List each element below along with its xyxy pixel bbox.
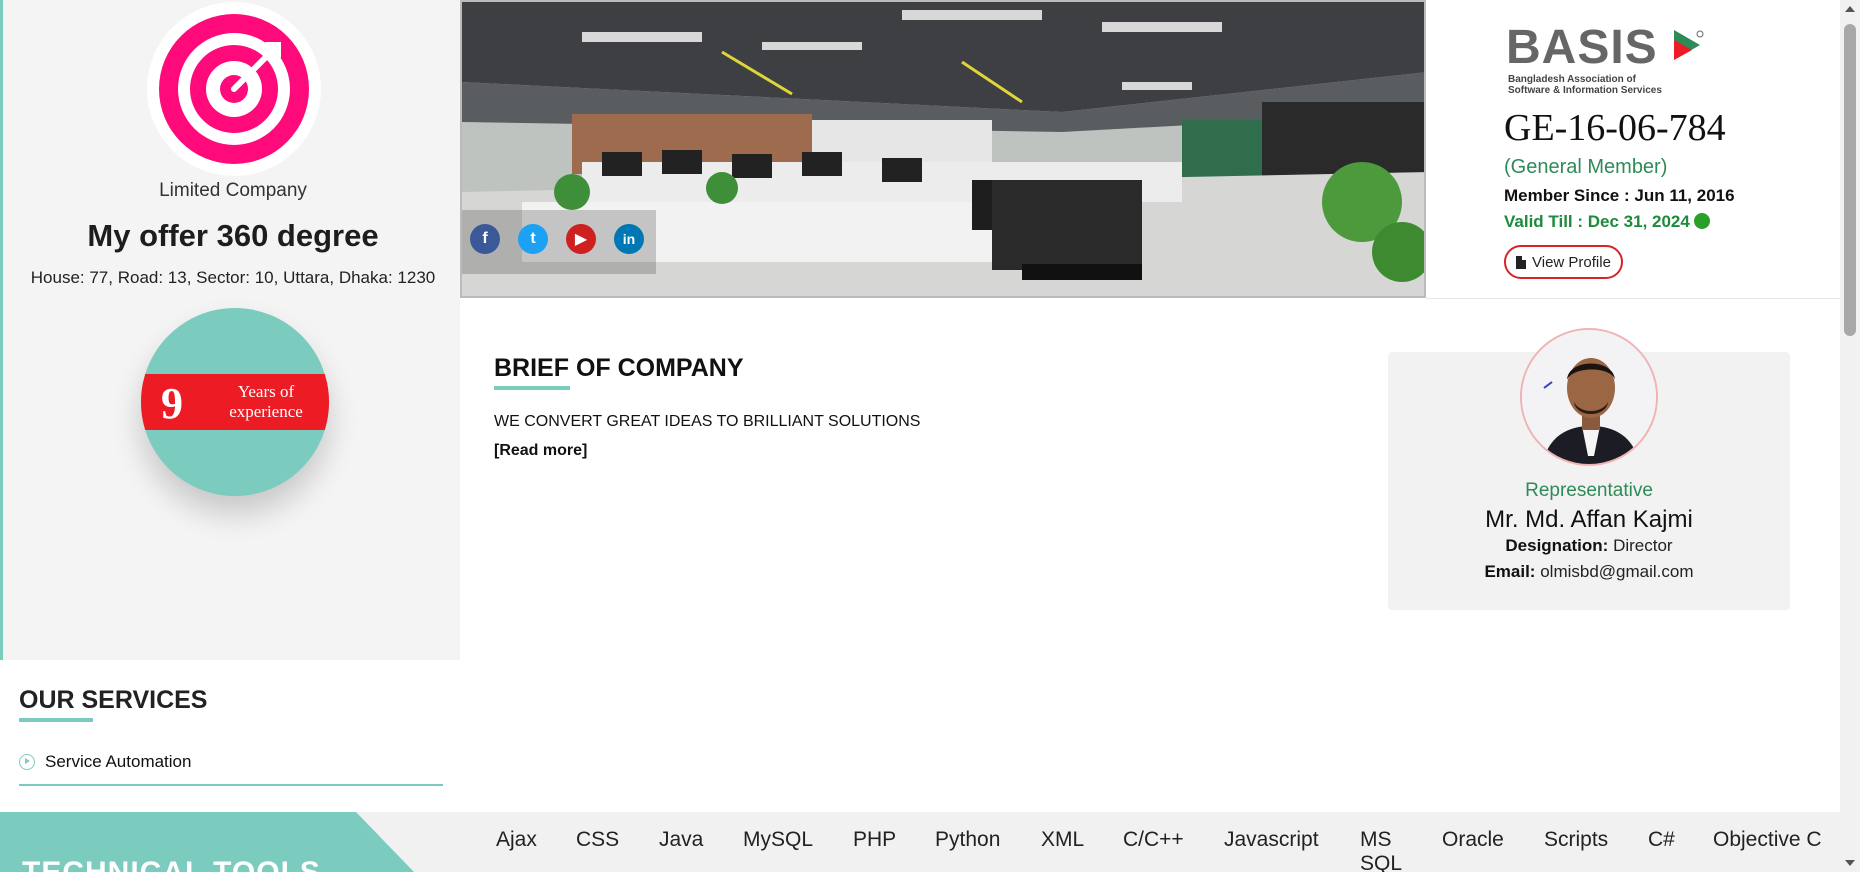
tool-ms-sql: MS SQL bbox=[1360, 828, 1403, 872]
company-name: My offer 360 degree bbox=[87, 218, 379, 253]
tool-java: Java bbox=[659, 828, 704, 851]
brief-text: WE CONVERT GREAT IDEAS TO BRILLIANT SOLU… bbox=[494, 413, 921, 430]
representative-role: Representative bbox=[1525, 480, 1653, 501]
member-since: Member Since : Jun 11, 2016 bbox=[1504, 186, 1735, 205]
tool-objective-c: Objective C bbox=[1713, 828, 1822, 851]
representative-email: Email: olmisbd@gmail.com bbox=[1484, 562, 1694, 581]
header-divider bbox=[1426, 298, 1840, 299]
scroll-up-arrow-icon[interactable] bbox=[1845, 6, 1855, 12]
read-more-link[interactable]: [Read more] bbox=[494, 442, 587, 460]
youtube-icon[interactable]: ▶ bbox=[566, 224, 596, 254]
experience-label: Years of experience bbox=[229, 382, 303, 421]
vertical-scrollbar[interactable] bbox=[1840, 0, 1860, 872]
company-profile-card: Limited Company My offer 360 degree Hous… bbox=[0, 0, 460, 660]
tool-mysql: MySQL bbox=[743, 828, 814, 851]
basis-flag-icon bbox=[1674, 30, 1704, 60]
tool-python: Python bbox=[935, 828, 1001, 851]
registration-number: GE-16-06-784 bbox=[1504, 107, 1726, 149]
company-type: Limited Company bbox=[159, 180, 307, 201]
representative-designation: Designation: Director bbox=[1505, 536, 1673, 555]
view-profile-label: View Profile bbox=[1532, 253, 1611, 271]
play-circle-icon bbox=[19, 754, 35, 770]
view-profile-button[interactable]: View Profile bbox=[1504, 245, 1623, 279]
representative-card: Representative Mr. Md. Affan Kajmi Desig… bbox=[1388, 328, 1790, 610]
company-address: House: 77, Road: 13, Sector: 10, Uttara,… bbox=[30, 268, 436, 287]
twitter-icon[interactable]: t bbox=[518, 224, 548, 254]
facebook-icon[interactable]: f bbox=[470, 224, 500, 254]
representative-avatar bbox=[1520, 328, 1658, 466]
tool-xml: XML bbox=[1041, 828, 1085, 851]
experience-years: 9 bbox=[161, 379, 183, 428]
basis-logo-subtitle: Bangladesh Association of Software & Inf… bbox=[1508, 74, 1662, 96]
tool-css: CSS bbox=[576, 828, 620, 851]
tool-scripts: Scripts bbox=[1544, 828, 1609, 851]
pdf-file-icon bbox=[1516, 255, 1526, 269]
company-profile-page: Limited Company My offer 360 degree Hous… bbox=[0, 0, 1860, 872]
tool-oracle: Oracle bbox=[1442, 828, 1504, 851]
tool-php: PHP bbox=[853, 828, 897, 851]
services-title-underline bbox=[19, 718, 93, 722]
basis-logo-text: BASIS bbox=[1506, 21, 1658, 74]
technical-tools-title: TECHNICAL TOOLS bbox=[22, 856, 321, 872]
services-title: OUR SERVICES bbox=[19, 686, 208, 714]
service-item: Service Automation bbox=[19, 752, 443, 786]
experience-badge: 9 Years of experience bbox=[141, 308, 329, 496]
brief-title-underline bbox=[494, 386, 570, 390]
tool-c-cpp: C/C++ bbox=[1123, 828, 1184, 851]
linkedin-icon[interactable]: in bbox=[614, 224, 644, 254]
status-active-icon bbox=[1693, 213, 1710, 229]
target-dartboard-icon bbox=[159, 14, 309, 164]
tool-ajax: Ajax bbox=[496, 828, 537, 851]
experience-band: 9 Years of experience bbox=[141, 374, 329, 430]
valid-till: Valid Till : Dec 31, 2024 bbox=[1504, 212, 1710, 232]
tool-javascript: Javascript bbox=[1224, 828, 1319, 851]
brief-title: BRIEF OF COMPANY bbox=[494, 354, 744, 382]
representative-name: Mr. Md. Affan Kajmi bbox=[1485, 506, 1693, 533]
tool-csharp: C# bbox=[1648, 828, 1675, 851]
service-label: Service Automation bbox=[45, 752, 192, 771]
company-logo bbox=[147, 2, 321, 176]
office-banner-image: f t ▶ in bbox=[460, 0, 1426, 298]
scroll-down-arrow-icon[interactable] bbox=[1845, 860, 1855, 866]
person-photo bbox=[1522, 330, 1656, 464]
member-type: (General Member) bbox=[1504, 156, 1668, 178]
basis-logo: BASIS Bangladesh Association of Software… bbox=[1506, 24, 1706, 96]
scrollbar-thumb[interactable] bbox=[1844, 24, 1856, 336]
valid-till-text: Valid Till : Dec 31, 2024 bbox=[1504, 212, 1690, 231]
